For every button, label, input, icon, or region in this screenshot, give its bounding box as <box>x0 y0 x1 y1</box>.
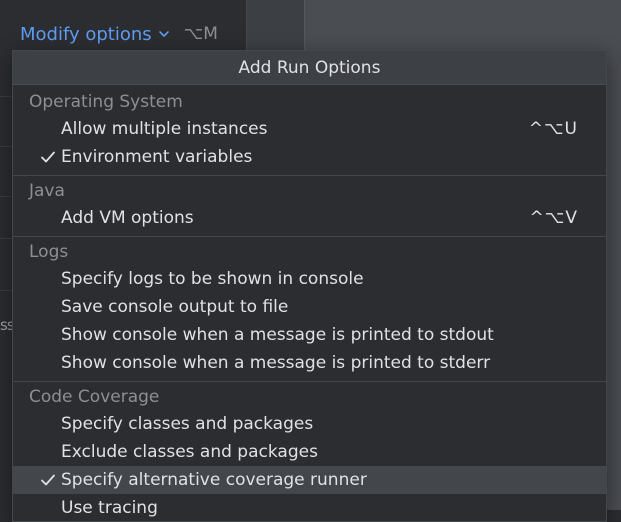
option-group: Java Add VM options ^⌥V <box>13 176 606 237</box>
option-item[interactable]: Add VM options ^⌥V <box>13 204 606 232</box>
background-row-line <box>0 96 12 97</box>
option-label: Allow multiple instances <box>61 119 268 139</box>
option-item[interactable]: Use tracing <box>13 494 606 521</box>
checkmark-icon <box>35 150 61 164</box>
chevron-down-icon[interactable] <box>158 28 170 40</box>
option-label: Add VM options <box>61 208 194 228</box>
option-check-slot <box>13 473 61 487</box>
option-label: Use tracing <box>61 498 158 518</box>
option-label: Specify logs to be shown in console <box>61 269 364 289</box>
option-shortcut: ^⌥U <box>528 119 578 139</box>
option-label: Environment variables <box>61 147 253 167</box>
option-item[interactable]: Show console when a message is printed t… <box>13 349 606 377</box>
option-label: Save console output to file <box>61 297 289 317</box>
option-item[interactable]: Specify classes and packages <box>13 410 606 438</box>
option-item[interactable]: Specify logs to be shown in console <box>13 265 606 293</box>
option-item[interactable]: Exclude classes and packages <box>13 438 606 466</box>
modify-options-link[interactable]: Modify options <box>20 24 152 45</box>
option-group-title: Logs <box>29 242 69 262</box>
background-row-line <box>0 238 12 239</box>
option-group-title: Operating System <box>29 92 183 112</box>
option-label: Specify classes and packages <box>61 414 314 434</box>
modify-options-shortcut: ⌥M <box>183 24 218 44</box>
option-label: Specify alternative coverage runner <box>61 470 367 490</box>
option-group: Code Coverage Specify classes and package… <box>13 382 606 521</box>
option-item[interactable]: Environment variables <box>13 143 606 171</box>
popup-title: Add Run Options <box>13 51 606 85</box>
option-label: Show console when a message is printed t… <box>61 325 494 345</box>
option-group-title: Java <box>29 181 65 201</box>
option-label: Show console when a message is printed t… <box>61 353 491 373</box>
option-item[interactable]: Save console output to file <box>13 293 606 321</box>
options-list: Operating System Allow multiple instances… <box>13 85 606 521</box>
checkmark-icon <box>35 473 61 487</box>
background-row-line <box>0 146 12 147</box>
background-row-line <box>0 196 12 197</box>
option-label: Exclude classes and packages <box>61 442 318 462</box>
add-run-options-popup: Add Run Options Operating System Allow mu… <box>12 50 607 522</box>
option-group: Logs Specify logs to be shown in console S… <box>13 237 606 382</box>
option-group-title: Code Coverage <box>29 387 160 407</box>
modify-options-control[interactable]: Modify options ⌥M <box>20 22 218 46</box>
background-row-line <box>0 290 12 291</box>
option-item[interactable]: Specify alternative coverage runner <box>13 466 606 494</box>
option-item[interactable]: Allow multiple instances ^⌥U <box>13 115 606 143</box>
option-item[interactable]: Show console when a message is printed t… <box>13 321 606 349</box>
option-shortcut: ^⌥V <box>529 208 578 228</box>
option-group: Operating System Allow multiple instances… <box>13 85 606 176</box>
option-check-slot <box>13 150 61 164</box>
